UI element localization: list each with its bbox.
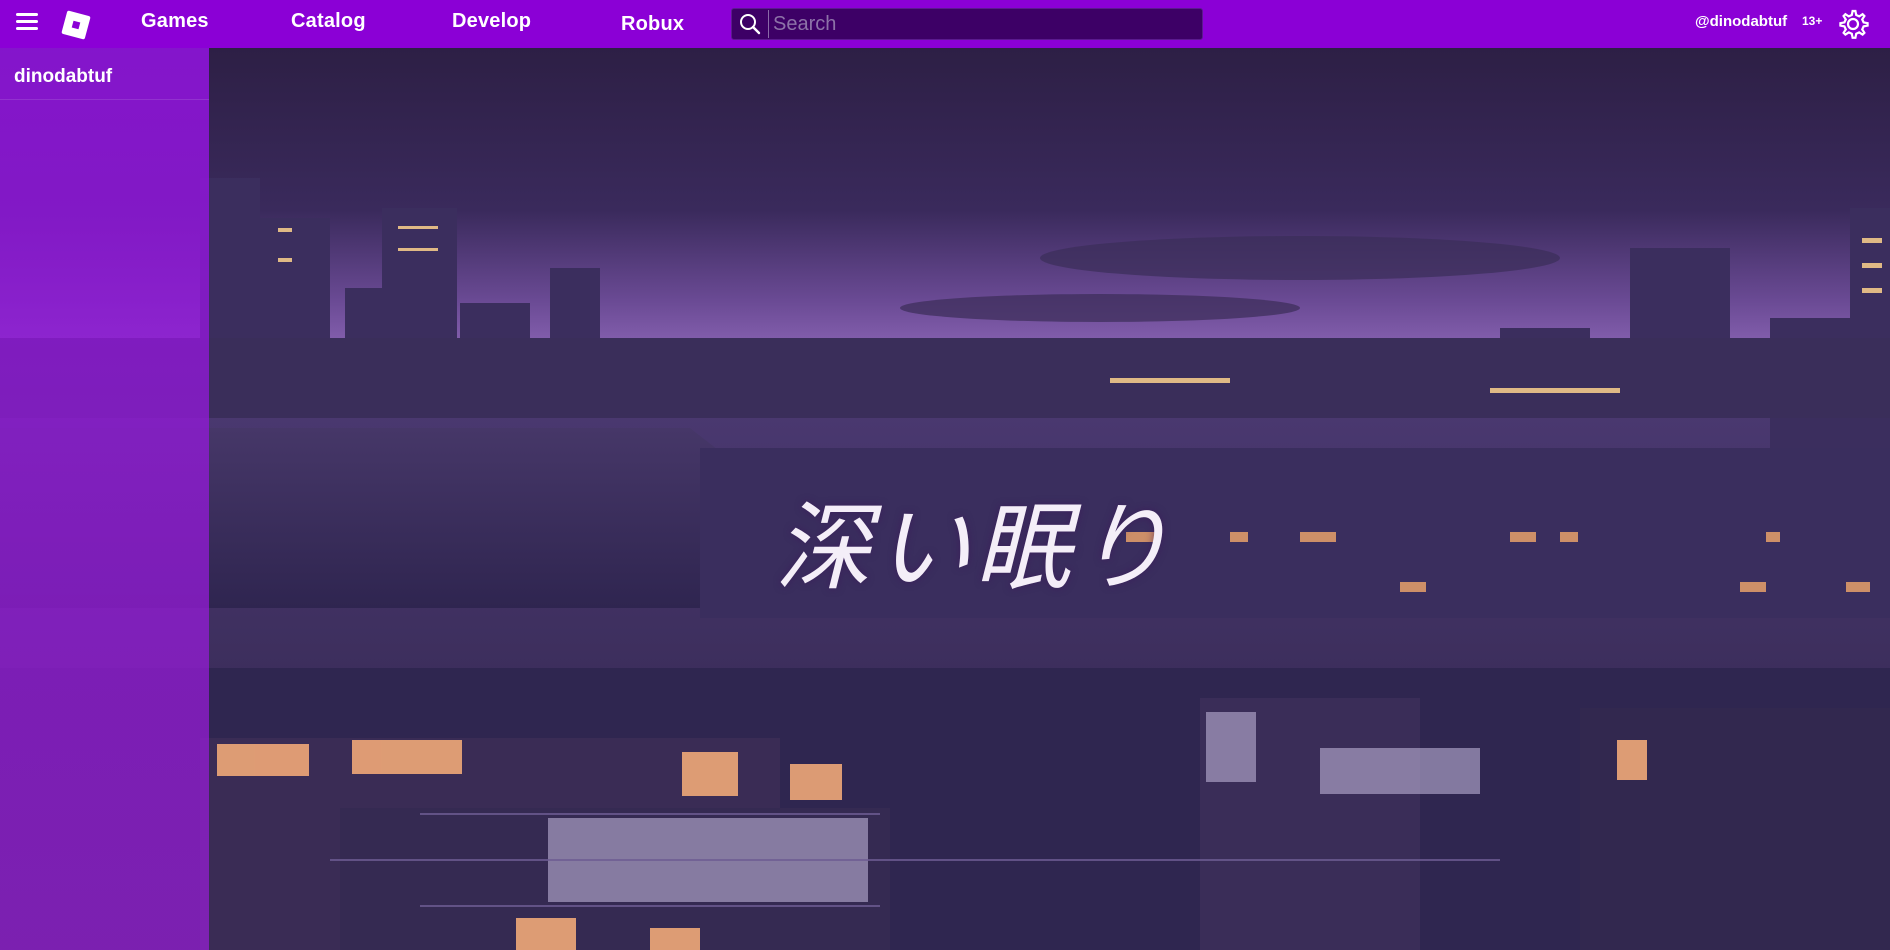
roblox-logo[interactable] [61, 10, 91, 40]
search-bar [731, 8, 1203, 40]
age-badge: 13+ [1802, 14, 1823, 28]
gear-icon[interactable] [1837, 8, 1869, 40]
account-username-link[interactable]: @dinodabtuf [1695, 13, 1787, 30]
background-title-text: 深い眠り [775, 492, 1175, 604]
nav-catalog-link[interactable]: Catalog [291, 10, 366, 33]
left-sidebar: dinodabtuf [0, 48, 209, 950]
sidebar-username-link[interactable]: dinodabtuf [0, 48, 209, 100]
hamburger-menu-icon[interactable] [16, 13, 40, 33]
nav-develop-link[interactable]: Develop [452, 10, 531, 33]
top-navigation-bar: Games Catalog Develop Robux @dinodabtuf … [0, 0, 1890, 48]
search-input[interactable] [768, 10, 1202, 38]
search-icon[interactable] [732, 9, 768, 39]
nav-games-link[interactable]: Games [141, 10, 209, 33]
nav-robux-link[interactable]: Robux [621, 13, 684, 36]
